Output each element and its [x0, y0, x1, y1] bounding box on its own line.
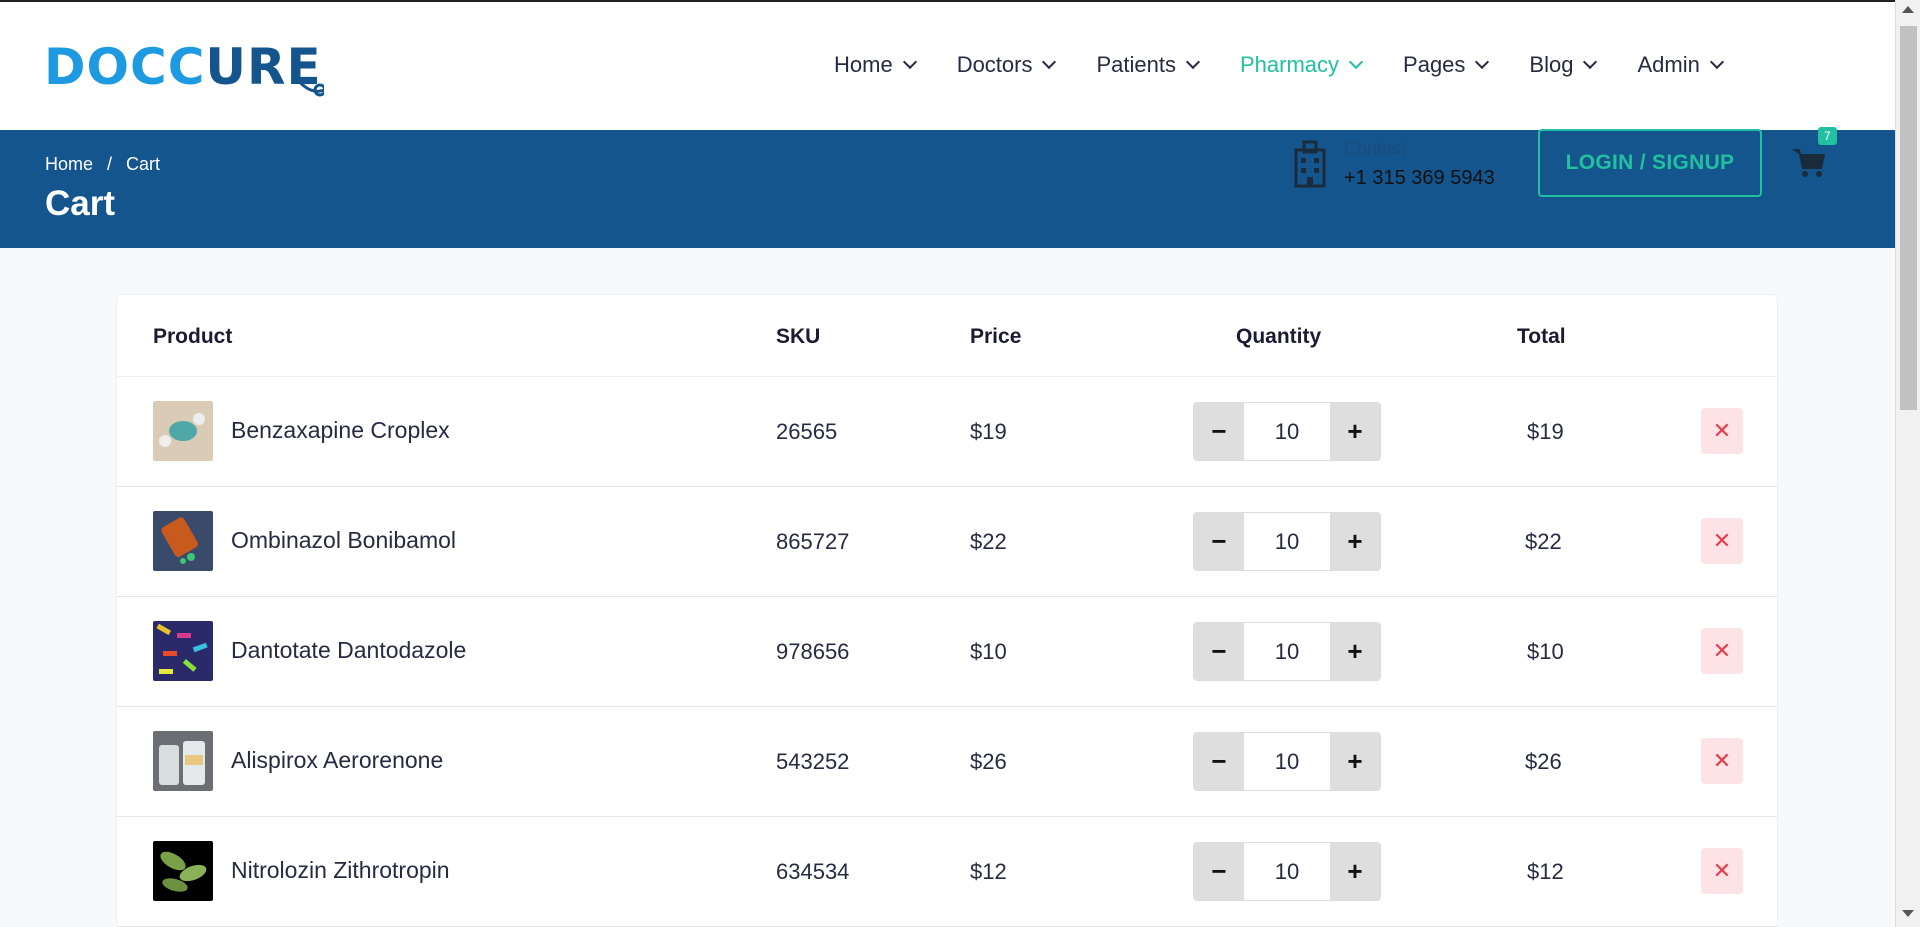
header-product: Product	[153, 325, 233, 348]
increase-quantity-button[interactable]: +	[1330, 513, 1380, 570]
header-sku: SKU	[776, 325, 821, 348]
stethoscope-icon	[291, 47, 324, 97]
chevron-down-icon	[1185, 54, 1201, 70]
remove-item-button[interactable]: ✕	[1701, 408, 1743, 454]
page-banner: Home / Cart Cart Contact +1 315 369 5943…	[0, 127, 1895, 248]
decrease-quantity-button[interactable]: −	[1194, 403, 1244, 460]
quantity-stepper: − +	[1193, 732, 1381, 791]
remove-item-button[interactable]: ✕	[1701, 738, 1743, 784]
product-price: $19	[970, 419, 1007, 444]
product-name[interactable]: Ombinazol Bonibamol	[231, 527, 456, 554]
cart-count-badge: 7	[1818, 127, 1837, 145]
product-sku: 634534	[776, 859, 850, 884]
hospital-icon	[1294, 140, 1326, 188]
increase-quantity-button[interactable]: +	[1330, 403, 1380, 460]
product-total: $19	[1527, 419, 1564, 444]
cart-table: Product SKU Price Quantity Total Benzaxa…	[116, 294, 1778, 927]
product-image[interactable]	[153, 841, 213, 901]
product-total: $22	[1525, 529, 1562, 554]
increase-quantity-button[interactable]: +	[1330, 843, 1380, 900]
chevron-down-icon	[1042, 54, 1057, 70]
header-total: Total	[1517, 325, 1566, 348]
product-name[interactable]: Benzaxapine Croplex	[231, 417, 450, 444]
chevron-down-icon	[1583, 54, 1598, 70]
product-name[interactable]: Alispirox Aerorenone	[231, 747, 443, 774]
quantity-input[interactable]	[1244, 403, 1330, 460]
nav-doctors[interactable]: Doctors	[957, 52, 1057, 78]
chevron-down-icon	[1475, 54, 1490, 70]
product-image[interactable]	[153, 401, 213, 461]
chevron-down-icon	[1348, 54, 1364, 70]
nav-pages[interactable]: Pages	[1403, 52, 1490, 78]
product-image[interactable]	[153, 621, 213, 681]
login-signup-button[interactable]: LOGIN / SIGNUP	[1538, 129, 1762, 197]
product-sku: 978656	[776, 639, 850, 664]
logo[interactable]: DOCCURE	[44, 32, 324, 102]
site-header: DOCCURE Home Doctors Patients Pharmacy P…	[0, 0, 1895, 130]
increase-quantity-button[interactable]: +	[1330, 733, 1380, 790]
scroll-up-arrow-icon[interactable]	[1902, 6, 1914, 13]
scrollbar-thumb[interactable]	[1900, 26, 1917, 410]
product-price: $10	[970, 639, 1007, 664]
contact-label: Contact	[1344, 138, 1407, 158]
quantity-input[interactable]	[1244, 513, 1330, 570]
product-sku: 865727	[776, 529, 850, 554]
scroll-down-arrow-icon[interactable]	[1902, 910, 1914, 917]
nav-admin[interactable]: Admin	[1637, 52, 1724, 78]
chevron-down-icon	[1709, 54, 1724, 70]
breadcrumb: Home / Cart	[45, 154, 160, 175]
product-total: $26	[1525, 749, 1562, 774]
nav-pharmacy[interactable]: Pharmacy	[1240, 52, 1364, 78]
main-nav: Home Doctors Patients Pharmacy Pages Blo…	[834, 52, 1764, 78]
table-row: Ombinazol Bonibamol 865727 $22 − + $22 ✕	[117, 487, 1777, 597]
contact-info: Contact +1 315 369 5943	[1290, 138, 1495, 190]
product-total: $12	[1527, 859, 1564, 884]
remove-item-button[interactable]: ✕	[1701, 628, 1743, 674]
nav-patients[interactable]: Patients	[1096, 52, 1201, 78]
table-row: Dantotate Dantodazole 978656 $10 − + $10…	[117, 597, 1777, 707]
product-price: $26	[970, 749, 1007, 774]
product-image[interactable]	[153, 511, 213, 571]
quantity-stepper: − +	[1193, 842, 1381, 901]
table-header: Product SKU Price Quantity Total	[117, 295, 1777, 377]
quantity-input[interactable]	[1244, 623, 1330, 680]
table-row: Alispirox Aerorenone 543252 $26 − + $26 …	[117, 707, 1777, 817]
remove-item-button[interactable]: ✕	[1701, 848, 1743, 894]
contact-phone[interactable]: +1 315 369 5943	[1344, 167, 1495, 190]
quantity-input[interactable]	[1244, 733, 1330, 790]
product-sku: 26565	[776, 419, 838, 444]
nav-blog[interactable]: Blog	[1529, 52, 1598, 78]
quantity-stepper: − +	[1193, 512, 1381, 571]
increase-quantity-button[interactable]: +	[1330, 623, 1380, 680]
breadcrumb-current: Cart	[126, 154, 161, 174]
product-total: $10	[1527, 639, 1564, 664]
breadcrumb-home[interactable]: Home	[45, 154, 93, 175]
decrease-quantity-button[interactable]: −	[1194, 513, 1244, 570]
product-name[interactable]: Dantotate Dantodazole	[231, 637, 466, 664]
product-price: $12	[970, 859, 1007, 884]
quantity-stepper: − +	[1193, 402, 1381, 461]
header-price: Price	[970, 325, 1022, 348]
remove-item-button[interactable]: ✕	[1701, 518, 1743, 564]
product-name[interactable]: Nitrolozin Zithrotropin	[231, 857, 450, 884]
page-title: Cart	[45, 184, 116, 223]
breadcrumb-separator: /	[107, 154, 113, 174]
table-row: Nitrolozin Zithrotropin 634534 $12 − + $…	[117, 817, 1777, 927]
nav-home[interactable]: Home	[834, 52, 917, 78]
decrease-quantity-button[interactable]: −	[1194, 623, 1244, 680]
chevron-down-icon	[902, 54, 917, 70]
decrease-quantity-button[interactable]: −	[1194, 843, 1244, 900]
decrease-quantity-button[interactable]: −	[1194, 733, 1244, 790]
product-sku: 543252	[776, 749, 850, 774]
quantity-stepper: − +	[1193, 622, 1381, 681]
product-price: $22	[970, 529, 1007, 554]
product-image[interactable]	[153, 731, 213, 791]
vertical-scrollbar[interactable]	[1895, 0, 1920, 927]
quantity-input[interactable]	[1244, 843, 1330, 900]
cart-icon[interactable]	[1792, 146, 1826, 180]
header-quantity: Quantity	[1236, 325, 1322, 348]
table-row: Benzaxapine Croplex 26565 $19 − + $19 ✕	[117, 377, 1777, 487]
